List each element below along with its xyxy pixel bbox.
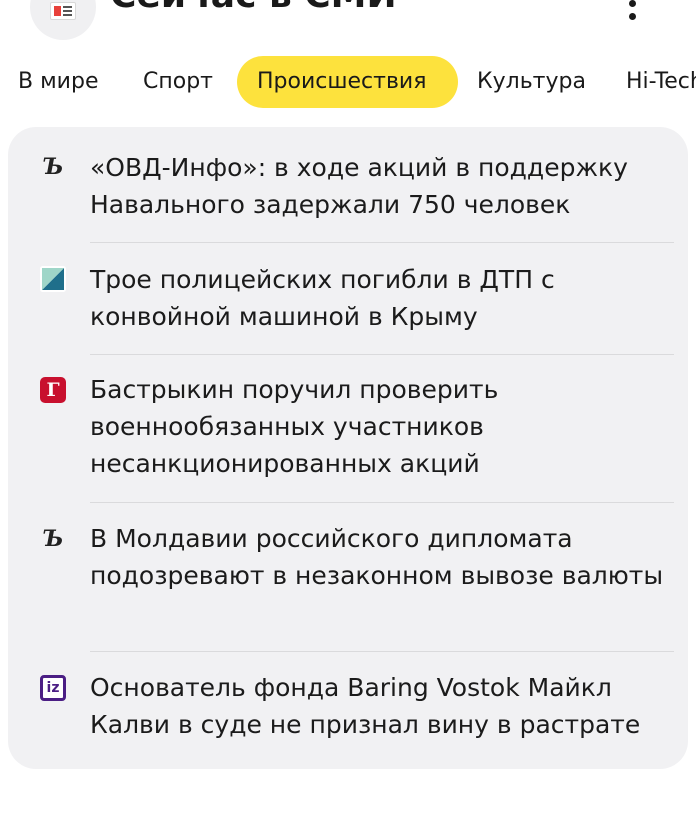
divider xyxy=(90,354,674,355)
tab-hitech[interactable]: Hi-Tech xyxy=(626,56,696,108)
header: Сейчас в СМИ xyxy=(0,0,696,48)
news-headline[interactable]: Основатель фонда Baring Vostok Майкл Кал… xyxy=(90,669,670,743)
kommersant-icon: Ъ xyxy=(42,154,64,180)
news-headline[interactable]: Трое полицейских погибли в ДТП с конвойн… xyxy=(90,261,670,335)
tab-incidents[interactable]: Происшествия xyxy=(237,56,458,108)
kommersant-icon: Ъ xyxy=(42,526,64,552)
divider xyxy=(90,242,674,243)
page-title: Сейчас в СМИ xyxy=(110,0,397,14)
news-headline[interactable]: Бастрыкин поручил проверить военнообязан… xyxy=(90,371,670,482)
news-app-icon[interactable] xyxy=(30,0,96,40)
tab-sport[interactable]: Спорт xyxy=(143,56,213,108)
source-square-icon xyxy=(40,266,66,292)
gazeta-icon: Г xyxy=(40,377,66,403)
news-card: Ъ «ОВД-Инфо»: в ходе акций в поддержку Н… xyxy=(8,127,688,769)
newspaper-icon xyxy=(50,2,76,20)
divider xyxy=(90,502,674,503)
news-headline[interactable]: «ОВД-Инфо»: в ходе акций в поддержку Нав… xyxy=(90,149,670,223)
tab-culture[interactable]: Культура xyxy=(477,56,586,108)
divider xyxy=(90,651,674,652)
izvestia-icon: iz xyxy=(40,675,66,701)
more-vertical-icon[interactable] xyxy=(618,0,648,30)
news-headline[interactable]: В Молдавии российского дипломата подозре… xyxy=(90,520,670,594)
tab-world[interactable]: В мире xyxy=(18,56,98,108)
category-tabs: В мире Спорт Происшествия Культура Hi-Te… xyxy=(0,56,696,108)
